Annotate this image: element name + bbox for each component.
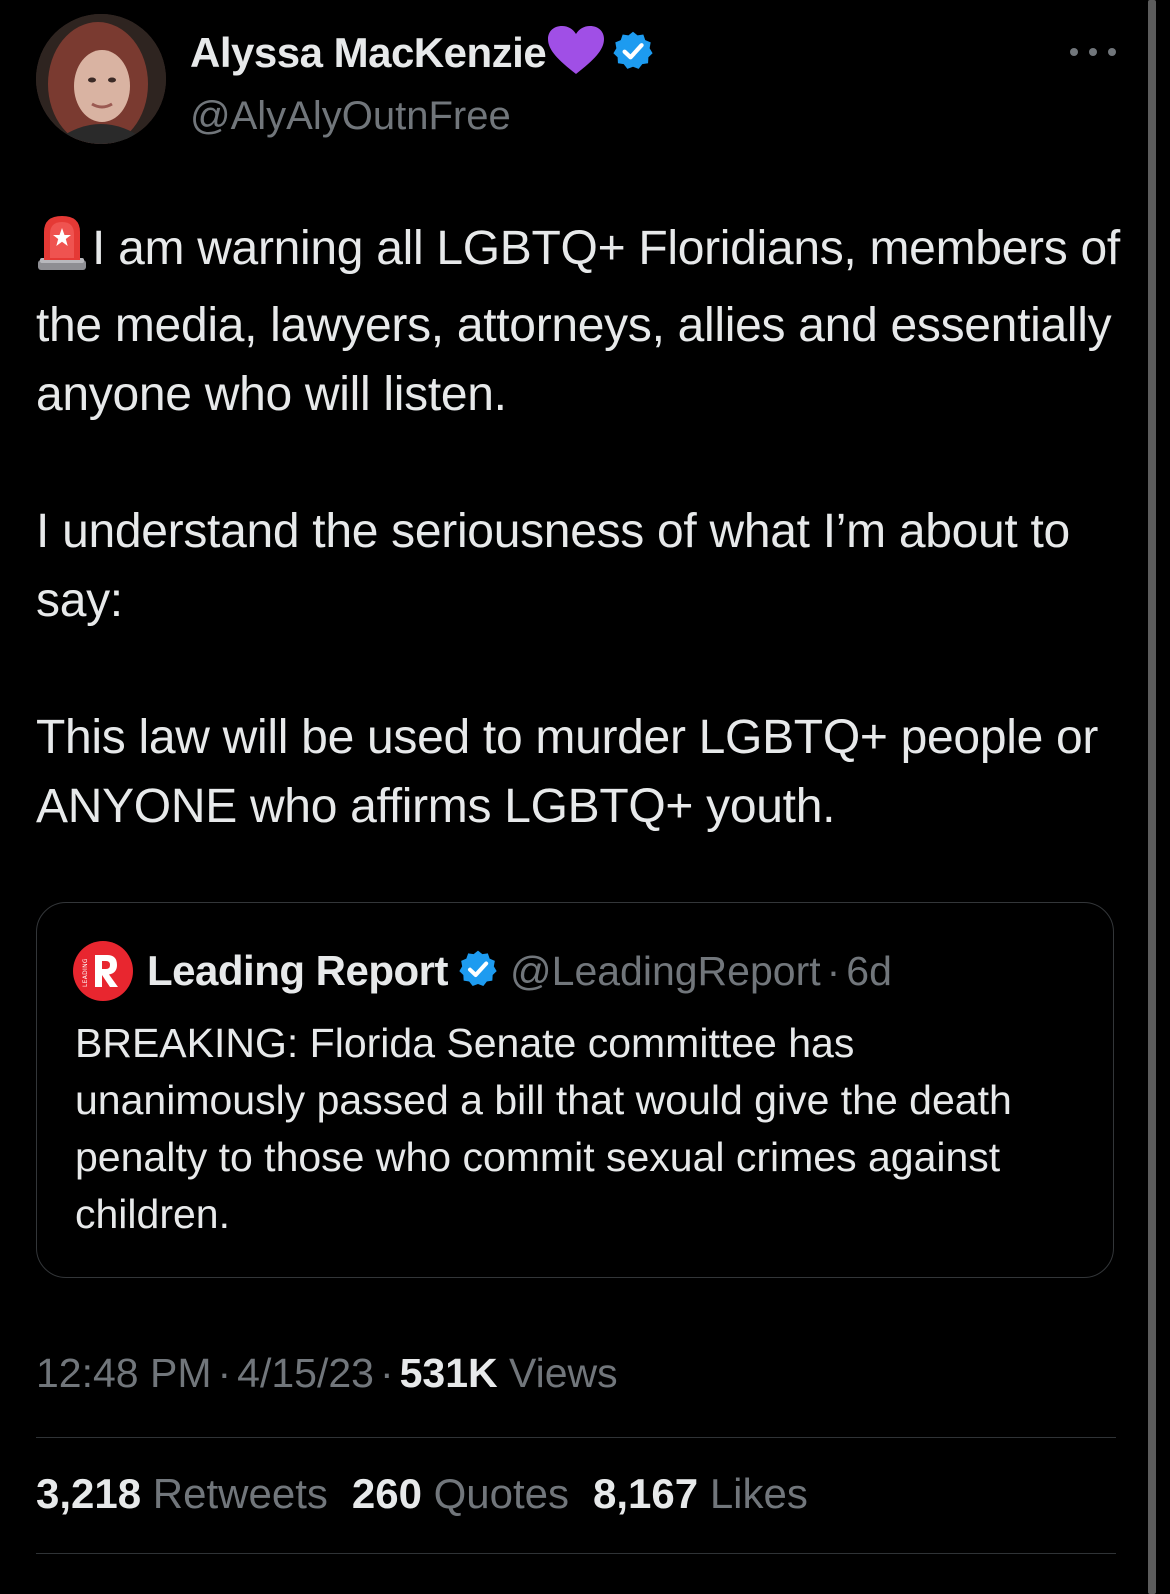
meta-separator-2: · [379,1350,394,1396]
retweets-count: 3,218 [36,1470,142,1517]
author-name[interactable]: Alyssa MacKenzie [190,29,547,77]
quotes-count: 260 [351,1470,422,1517]
scrollbar[interactable] [1148,0,1156,1594]
tweet-paragraph-1-text: I am warning all LGBTQ+ Floridians, memb… [36,222,1120,421]
likes-count: 8,167 [593,1470,699,1517]
quotes-label: Quotes [433,1470,570,1517]
quoted-author-name[interactable]: Leading Report [147,947,449,995]
verified-badge-icon[interactable] [612,30,654,77]
engagement-stats: 3,218 Retweets 260 Quotes 8,167 Likes [36,1470,808,1518]
quoted-tweet-card[interactable]: LEADING Leading Report @LeadingReport · … [36,902,1114,1278]
divider-bottom [36,1553,1116,1554]
tweet-text: I am warning all LGBTQ+ Floridians, memb… [36,214,1126,841]
tweet-metadata: 12:48 PM · 4/15/23 · 531K Views [36,1350,618,1397]
likes-stat[interactable]: 8,167 Likes [593,1470,808,1518]
author-avatar[interactable] [36,14,166,144]
quoted-timestamp[interactable]: 6d [846,948,892,995]
views-label: Views [509,1350,618,1396]
quoted-separator: · [826,947,841,994]
tweet-paragraph-2: I understand the seriousness of what I’m… [36,505,1070,627]
author-handle[interactable]: @AlyAlyOutnFree [190,94,511,139]
quoted-author-handle[interactable]: @LeadingReport [510,948,821,995]
views-count: 531K [399,1350,498,1396]
tweet-date[interactable]: 4/15/23 [237,1350,374,1396]
retweets-label: Retweets [152,1470,328,1517]
quotes-stat[interactable]: 260 Quotes [352,1470,569,1518]
quoted-verified-badge-icon [458,949,498,994]
purple-heart-icon [548,25,605,81]
more-options-icon[interactable] [1070,42,1116,62]
meta-separator-1: · [217,1350,232,1396]
quoted-tweet-text: BREAKING: Florida Senate committee has u… [75,1020,1012,1237]
author-name-row[interactable]: Alyssa MacKenzie [190,25,654,81]
tweet-time[interactable]: 12:48 PM [36,1350,212,1396]
divider-top [36,1437,1116,1438]
likes-label: Likes [709,1470,808,1517]
retweets-stat[interactable]: 3,218 Retweets [36,1470,328,1518]
quoted-tweet-header: LEADING Leading Report @LeadingReport · … [73,941,892,1001]
police-light-icon [36,214,88,291]
leading-report-logo-icon[interactable]: LEADING [73,941,133,1001]
tweet-header: Alyssa MacKenzie @AlyAlyOutnFree [36,14,1116,146]
svg-text:LEADING: LEADING [82,958,89,987]
tweet-paragraph-3: This law will be used to murder LGBTQ+ p… [36,711,1099,833]
tweet-paragraph-1: I am warning all LGBTQ+ Floridians, memb… [36,214,1126,429]
